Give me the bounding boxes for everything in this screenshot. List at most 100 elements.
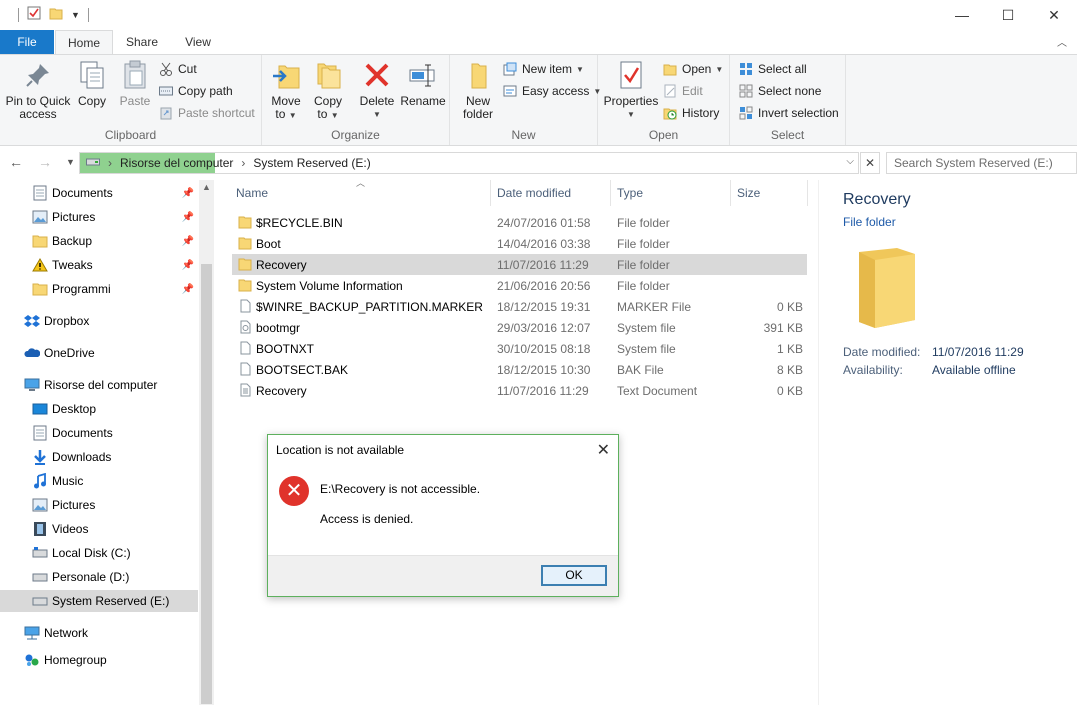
column-header-date[interactable]: Date modified [497,186,571,200]
pin-icon[interactable]: 📌 [182,188,194,199]
minimize-button[interactable]: — [939,0,985,30]
nav-item-computer[interactable]: Risorse del computer [0,374,198,396]
dialog-close-button[interactable]: ✕ [597,440,610,460]
copy-path-button[interactable]: Copy path [158,81,233,101]
preview-availability-value[interactable]: Available offline [932,363,1016,377]
pin-icon[interactable]: 📌 [182,212,194,223]
forward-arrow-icon[interactable]: → [38,154,52,170]
chevron-down-icon[interactable]: ⌵ [846,156,854,167]
rename-button[interactable]: Rename [400,59,446,108]
table-row[interactable]: BOOTNXT 30/10/2015 08:18 System file 1 KB [232,338,807,359]
nav-item-pictures-quick[interactable]: Pictures 📌 [0,206,198,228]
edit-icon [662,83,678,99]
history-button[interactable]: History [662,103,719,123]
breadcrumb-separator-icon: › [241,156,246,170]
easy-access-button[interactable]: Easy access ▼ [502,81,601,101]
nav-item-music[interactable]: Music [0,470,198,492]
breadcrumb-current[interactable]: System Reserved (E:) [253,156,370,170]
nav-scrollbar[interactable]: ▲ [199,180,214,705]
move-to-button[interactable]: Move to ▼ [268,59,304,122]
table-row[interactable]: $WINRE_BACKUP_PARTITION.MARKER 18/12/2015… [232,296,807,317]
nav-label: Personale (D:) [52,570,130,584]
collapse-ribbon-icon[interactable]: ︿ [1057,34,1067,49]
pin-icon[interactable]: 📌 [182,260,194,271]
nav-item-system-reserved-e[interactable]: System Reserved (E:) [0,590,198,612]
chevron-down-icon[interactable]: ▼ [71,10,80,20]
table-row[interactable]: Recovery 11/07/2016 11:29 File folder [232,254,807,275]
nav-item-documents-quick[interactable]: Documents 📌 [0,182,198,204]
nav-label: OneDrive [44,346,95,360]
move-to-icon [270,59,302,91]
table-row[interactable]: Boot 14/04/2016 03:38 File folder [232,233,807,254]
cut-button[interactable]: Cut [158,59,197,79]
paste-button[interactable]: Paste [116,59,154,108]
nav-item-desktop[interactable]: Desktop [0,398,198,420]
new-folder-icon[interactable] [49,6,63,23]
pictures-icon [32,497,48,513]
column-divider[interactable] [730,180,731,206]
table-row[interactable]: System Volume Information 21/06/2016 20:5… [232,275,807,296]
table-row[interactable]: Recovery 11/07/2016 11:29 Text Document 0 K… [232,380,807,401]
open-button[interactable]: Open ▼ [662,59,723,79]
breadcrumb-computer[interactable]: Risorse del computer [120,156,233,170]
column-header-size[interactable]: Size [737,186,760,200]
ok-button[interactable]: OK [541,565,607,586]
nav-item-programmi[interactable]: Programmi 📌 [0,278,198,300]
copy-to-button[interactable]: Copy to ▼ [310,59,346,122]
nav-item-homegroup[interactable]: Homegroup [0,649,198,671]
nav-item-documents[interactable]: Documents [0,422,198,444]
file-date: 18/12/2015 19:31 [497,300,591,314]
new-folder-button[interactable]: New folder [454,59,502,121]
column-divider[interactable] [807,180,808,206]
column-divider[interactable] [610,180,611,206]
nav-item-pictures[interactable]: Pictures [0,494,198,516]
edit-button[interactable]: Edit [662,81,703,101]
tab-view[interactable]: View [176,30,220,54]
nav-item-videos[interactable]: Videos [0,518,198,540]
select-none-label: Select none [758,84,822,98]
scrollbar-thumb[interactable] [201,264,212,704]
invert-selection-button[interactable]: Invert selection [738,103,839,123]
properties-button[interactable]: Properties ▼ [602,59,660,121]
rename-icon [407,59,439,91]
table-row[interactable]: bootmgr 29/03/2016 12:07 System file 391 KB [232,317,807,338]
table-row[interactable]: BOOTSECT.BAK 18/12/2015 10:30 BAK File 8 KB [232,359,807,380]
new-item-button[interactable]: New item ▼ [502,59,584,79]
file-date: 11/07/2016 11:29 [497,258,589,272]
recent-locations-icon[interactable]: ▼ [66,157,75,167]
properties-icon[interactable] [27,6,41,23]
nav-item-personale-d[interactable]: Personale (D:) [0,566,198,588]
nav-item-dropbox[interactable]: Dropbox [0,310,198,332]
nav-item-downloads[interactable]: Downloads [0,446,198,468]
scroll-up-icon[interactable]: ▲ [202,182,211,192]
copy-button[interactable]: Copy [74,59,110,108]
nav-item-backup[interactable]: Backup 📌 [0,230,198,252]
pin-icon[interactable]: 📌 [182,236,194,247]
tab-share[interactable]: Share [118,30,166,54]
back-arrow-icon[interactable]: ← [9,154,23,170]
pin-to-quick-access-button[interactable]: Pin to Quick access [4,59,72,121]
stop-loading-button[interactable]: ✕ [860,152,880,174]
column-divider[interactable] [490,180,491,206]
file-type: Text Document [617,384,698,398]
nav-item-tweaks[interactable]: Tweaks 📌 [0,254,198,276]
select-none-button[interactable]: Select none [738,81,821,101]
history-label: History [682,106,720,120]
column-header-type[interactable]: Type [617,186,643,200]
nav-item-network[interactable]: Network [0,622,198,644]
paste-shortcut-button[interactable]: Paste shortcut [158,103,255,123]
nav-item-onedrive[interactable]: OneDrive [0,342,198,364]
select-all-button[interactable]: Select all [738,59,807,79]
nav-item-local-disk-c[interactable]: Local Disk (C:) [0,542,198,564]
clipboard-group: Pin to Quick access Copy Paste Cut Copy … [0,55,262,145]
column-header-name[interactable]: Name [236,186,268,200]
delete-button[interactable]: Delete ▼ [358,59,396,121]
tab-home[interactable]: Home [55,30,113,54]
maximize-button[interactable]: ☐ [985,0,1031,30]
close-button[interactable]: ✕ [1031,0,1077,30]
pin-icon[interactable]: 📌 [182,284,194,295]
search-input[interactable]: Search System Reserved (E:) [886,152,1077,174]
tab-file[interactable]: File [0,30,54,54]
table-row[interactable]: $RECYCLE.BIN 24/07/2016 01:58 File folder [232,212,807,233]
address-bar[interactable]: › Risorse del computer › System Reserved… [79,152,859,174]
